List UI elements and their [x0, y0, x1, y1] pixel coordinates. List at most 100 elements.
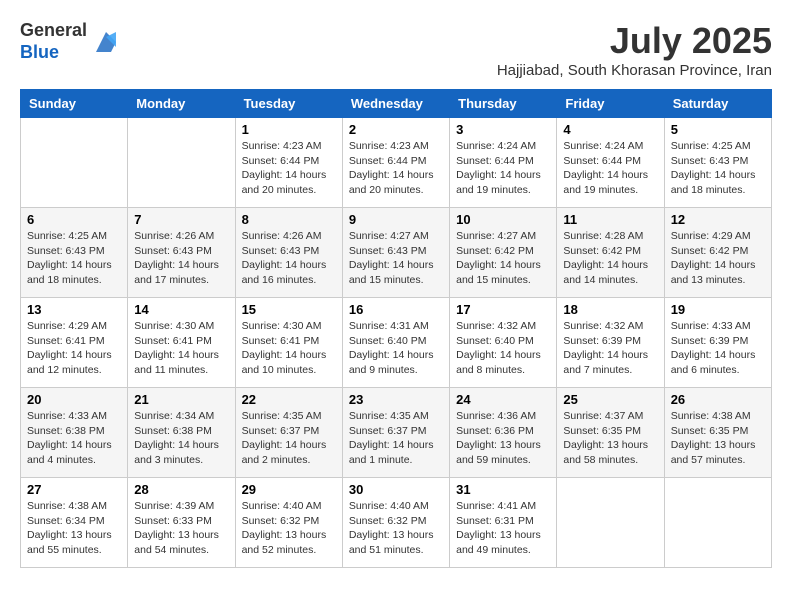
day-info: Sunrise: 4:29 AM Sunset: 6:42 PM Dayligh…: [671, 229, 765, 288]
calendar-cell: 13 Sunrise: 4:29 AM Sunset: 6:41 PM Dayli…: [21, 298, 128, 388]
logo-blue: Blue: [20, 42, 59, 62]
day-number: 12: [671, 212, 765, 227]
day-info: Sunrise: 4:32 AM Sunset: 6:39 PM Dayligh…: [563, 319, 657, 378]
day-of-week-header: Friday: [557, 90, 664, 118]
day-number: 30: [349, 482, 443, 497]
day-info: Sunrise: 4:29 AM Sunset: 6:41 PM Dayligh…: [27, 319, 121, 378]
calendar-header: SundayMondayTuesdayWednesdayThursdayFrid…: [21, 90, 772, 118]
day-info: Sunrise: 4:36 AM Sunset: 6:36 PM Dayligh…: [456, 409, 550, 468]
day-info: Sunrise: 4:26 AM Sunset: 6:43 PM Dayligh…: [242, 229, 336, 288]
calendar-cell: 9Sunrise: 4:27 AM Sunset: 6:43 PM Daylig…: [342, 208, 449, 298]
day-number: 19: [671, 302, 765, 317]
day-info: Sunrise: 4:23 AM Sunset: 6:44 PM Dayligh…: [349, 139, 443, 198]
day-of-week-header: Saturday: [664, 90, 771, 118]
day-number: 31: [456, 482, 550, 497]
calendar-cell: 12 Sunrise: 4:29 AM Sunset: 6:42 PM Dayli…: [664, 208, 771, 298]
title-section: July 2025 Hajjiabad, South Khorasan Prov…: [497, 20, 772, 79]
day-of-week-header: Monday: [128, 90, 235, 118]
day-of-week-header: Sunday: [21, 90, 128, 118]
day-number: 8: [242, 212, 336, 227]
day-info: Sunrise: 4:25 AM Sunset: 6:43 PM Dayligh…: [671, 139, 765, 198]
day-number: 22: [242, 392, 336, 407]
calendar-week-row: 13 Sunrise: 4:29 AM Sunset: 6:41 PM Dayli…: [21, 298, 772, 388]
day-number: 21: [134, 392, 228, 407]
calendar-cell: 21 Sunrise: 4:34 AM Sunset: 6:38 PM Dayli…: [128, 388, 235, 478]
calendar-cell: 7 Sunrise: 4:26 AM Sunset: 6:43 PM Daylig…: [128, 208, 235, 298]
day-info: Sunrise: 4:27 AM Sunset: 6:43 PM Dayligh…: [349, 229, 443, 288]
day-info: Sunrise: 4:41 AM Sunset: 6:31 PM Dayligh…: [456, 499, 550, 558]
day-number: 26: [671, 392, 765, 407]
calendar-cell: 4Sunrise: 4:24 AM Sunset: 6:44 PM Daylig…: [557, 118, 664, 208]
calendar-week-row: 27Sunrise: 4:38 AM Sunset: 6:34 PM Dayli…: [21, 478, 772, 568]
calendar-week-row: 20 Sunrise: 4:33 AM Sunset: 6:38 PM Dayli…: [21, 388, 772, 478]
day-number: 10: [456, 212, 550, 227]
day-info: Sunrise: 4:38 AM Sunset: 6:34 PM Dayligh…: [27, 499, 121, 558]
day-info: Sunrise: 4:30 AM Sunset: 6:41 PM Dayligh…: [242, 319, 336, 378]
day-number: 13: [27, 302, 121, 317]
day-info: Sunrise: 4:26 AM Sunset: 6:43 PM Dayligh…: [134, 229, 228, 288]
day-info: Sunrise: 4:38 AM Sunset: 6:35 PM Dayligh…: [671, 409, 765, 468]
calendar-cell: 19Sunrise: 4:33 AM Sunset: 6:39 PM Dayli…: [664, 298, 771, 388]
calendar-cell: 27Sunrise: 4:38 AM Sunset: 6:34 PM Dayli…: [21, 478, 128, 568]
day-info: Sunrise: 4:40 AM Sunset: 6:32 PM Dayligh…: [242, 499, 336, 558]
day-number: 23: [349, 392, 443, 407]
day-info: Sunrise: 4:35 AM Sunset: 6:37 PM Dayligh…: [349, 409, 443, 468]
calendar-cell: 1 Sunrise: 4:23 AM Sunset: 6:44 PM Daylig…: [235, 118, 342, 208]
calendar-cell: 17 Sunrise: 4:32 AM Sunset: 6:40 PM Dayli…: [450, 298, 557, 388]
calendar-cell: 2Sunrise: 4:23 AM Sunset: 6:44 PM Daylig…: [342, 118, 449, 208]
calendar-cell: 25Sunrise: 4:37 AM Sunset: 6:35 PM Dayli…: [557, 388, 664, 478]
day-number: 17: [456, 302, 550, 317]
day-info: Sunrise: 4:25 AM Sunset: 6:43 PM Dayligh…: [27, 229, 121, 288]
logo: General Blue: [20, 20, 121, 63]
calendar-cell: 30 Sunrise: 4:40 AM Sunset: 6:32 PM Dayli…: [342, 478, 449, 568]
day-info: Sunrise: 4:32 AM Sunset: 6:40 PM Dayligh…: [456, 319, 550, 378]
day-number: 16: [349, 302, 443, 317]
day-number: 11: [563, 212, 657, 227]
day-info: Sunrise: 4:39 AM Sunset: 6:33 PM Dayligh…: [134, 499, 228, 558]
logo-icon: [91, 27, 121, 57]
calendar-cell: 22Sunrise: 4:35 AM Sunset: 6:37 PM Dayli…: [235, 388, 342, 478]
day-number: 3: [456, 122, 550, 137]
calendar-cell: 24 Sunrise: 4:36 AM Sunset: 6:36 PM Dayli…: [450, 388, 557, 478]
calendar-cell: 8 Sunrise: 4:26 AM Sunset: 6:43 PM Daylig…: [235, 208, 342, 298]
calendar-cell: 5 Sunrise: 4:25 AM Sunset: 6:43 PM Daylig…: [664, 118, 771, 208]
calendar-cell: 15Sunrise: 4:30 AM Sunset: 6:41 PM Dayli…: [235, 298, 342, 388]
calendar-cell: 14 Sunrise: 4:30 AM Sunset: 6:41 PM Dayli…: [128, 298, 235, 388]
day-number: 6: [27, 212, 121, 227]
calendar-week-row: 6 Sunrise: 4:25 AM Sunset: 6:43 PM Daylig…: [21, 208, 772, 298]
day-info: Sunrise: 4:40 AM Sunset: 6:32 PM Dayligh…: [349, 499, 443, 558]
logo-general: General: [20, 20, 87, 40]
day-number: 1: [242, 122, 336, 137]
day-number: 24: [456, 392, 550, 407]
calendar-cell: 16 Sunrise: 4:31 AM Sunset: 6:40 PM Dayli…: [342, 298, 449, 388]
day-number: 20: [27, 392, 121, 407]
calendar-cell: 18 Sunrise: 4:32 AM Sunset: 6:39 PM Dayli…: [557, 298, 664, 388]
calendar-cell: 29 Sunrise: 4:40 AM Sunset: 6:32 PM Dayli…: [235, 478, 342, 568]
day-info: Sunrise: 4:27 AM Sunset: 6:42 PM Dayligh…: [456, 229, 550, 288]
day-of-week-header: Thursday: [450, 90, 557, 118]
day-number: 5: [671, 122, 765, 137]
day-info: Sunrise: 4:30 AM Sunset: 6:41 PM Dayligh…: [134, 319, 228, 378]
day-info: Sunrise: 4:31 AM Sunset: 6:40 PM Dayligh…: [349, 319, 443, 378]
day-info: Sunrise: 4:24 AM Sunset: 6:44 PM Dayligh…: [456, 139, 550, 198]
day-number: 7: [134, 212, 228, 227]
day-number: 29: [242, 482, 336, 497]
day-number: 25: [563, 392, 657, 407]
header-row: SundayMondayTuesdayWednesdayThursdayFrid…: [21, 90, 772, 118]
calendar-cell: 26 Sunrise: 4:38 AM Sunset: 6:35 PM Dayli…: [664, 388, 771, 478]
day-of-week-header: Wednesday: [342, 90, 449, 118]
day-info: Sunrise: 4:34 AM Sunset: 6:38 PM Dayligh…: [134, 409, 228, 468]
day-info: Sunrise: 4:33 AM Sunset: 6:38 PM Dayligh…: [27, 409, 121, 468]
day-info: Sunrise: 4:23 AM Sunset: 6:44 PM Dayligh…: [242, 139, 336, 198]
calendar-cell: 31 Sunrise: 4:41 AM Sunset: 6:31 PM Dayli…: [450, 478, 557, 568]
calendar-cell: 6 Sunrise: 4:25 AM Sunset: 6:43 PM Daylig…: [21, 208, 128, 298]
calendar-cell: 3 Sunrise: 4:24 AM Sunset: 6:44 PM Daylig…: [450, 118, 557, 208]
calendar-cell: 11Sunrise: 4:28 AM Sunset: 6:42 PM Dayli…: [557, 208, 664, 298]
logo-text: General Blue: [20, 20, 87, 63]
day-of-week-header: Tuesday: [235, 90, 342, 118]
day-info: Sunrise: 4:24 AM Sunset: 6:44 PM Dayligh…: [563, 139, 657, 198]
day-number: 18: [563, 302, 657, 317]
calendar-week-row: 1 Sunrise: 4:23 AM Sunset: 6:44 PM Daylig…: [21, 118, 772, 208]
day-number: 14: [134, 302, 228, 317]
calendar-cell: [128, 118, 235, 208]
